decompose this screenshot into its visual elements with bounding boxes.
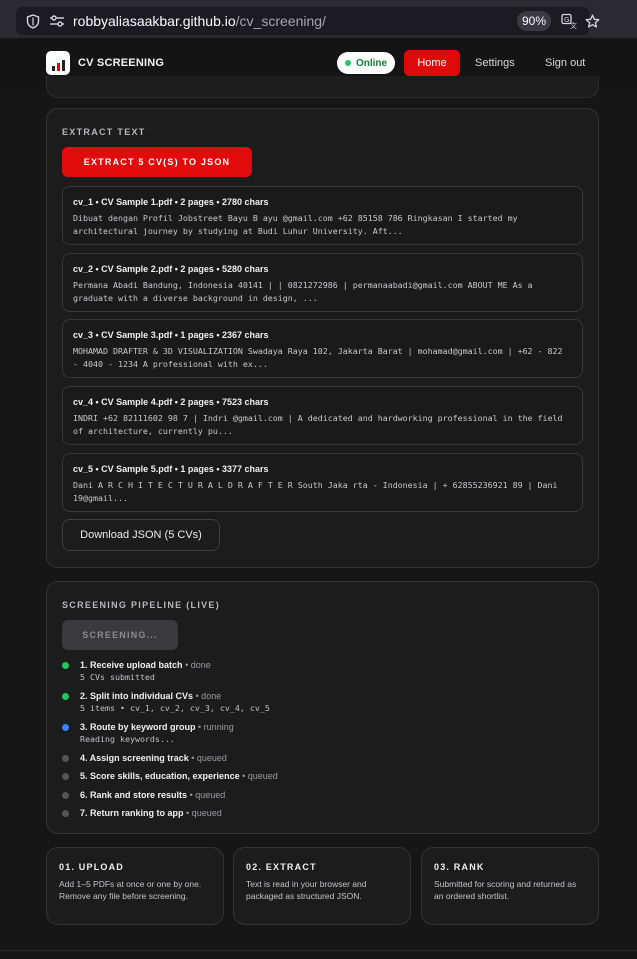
translate-icon[interactable]: G文: [561, 13, 577, 29]
step-status-dot-icon: [62, 755, 69, 762]
step-name: 6. Rank and store results: [80, 790, 188, 800]
info-card-upload: 01. UPLOAD Add 1–5 PDFs at once or one b…: [46, 847, 224, 925]
step-status-dot-icon: [62, 810, 69, 817]
step-detail: Reading keywords...: [80, 734, 175, 744]
step-detail: 5 items • cv_1, cv_2, cv_3, cv_4, cv_5: [80, 703, 270, 713]
step-status: • queued: [191, 753, 227, 763]
step-status-dot-icon: [62, 724, 69, 731]
pipeline-section-title: SCREENING PIPELINE (LIVE): [62, 600, 221, 610]
shield-icon[interactable]: [25, 13, 41, 29]
step-status: • queued: [242, 771, 278, 781]
screening-button[interactable]: SCREENING...: [62, 620, 178, 650]
extract-section-title: EXTRACT TEXT: [62, 127, 146, 137]
info-card-body: Add 1–5 PDFs at once or one by one. Remo…: [59, 879, 202, 901]
info-card-title: 03. RANK: [434, 862, 485, 872]
step-status-dot-icon: [62, 773, 69, 780]
zoom-level-badge[interactable]: 90%: [517, 11, 551, 31]
extract-to-json-button[interactable]: EXTRACT 5 CV(S) TO JSON: [62, 147, 252, 177]
info-card-title: 01. UPLOAD: [59, 862, 125, 872]
step-detail: 5 CVs submitted: [80, 672, 155, 682]
cv-item-preview: Dani A R C H I T E C T U R A L D R A F T…: [73, 480, 558, 503]
step-status: • running: [198, 722, 234, 732]
cv-item-header: cv_1 • CV Sample 1.pdf • 2 pages • 2780 …: [73, 197, 269, 207]
cv-list-item: cv_3 • CV Sample 3.pdf • 1 pages • 2367 …: [62, 319, 583, 378]
app-logo-icon[interactable]: [46, 51, 70, 75]
cv-list-item: cv_1 • CV Sample 1.pdf • 2 pages • 2780 …: [62, 186, 583, 245]
info-card-title: 02. EXTRACT: [246, 862, 317, 872]
cv-item-header: cv_2 • CV Sample 2.pdf • 2 pages • 5280 …: [73, 264, 269, 274]
cv-list-item: cv_2 • CV Sample 2.pdf • 2 pages • 5280 …: [62, 253, 583, 312]
info-card-body: Text is read in your browser and package…: [246, 879, 367, 901]
url-path: /cv_screening/: [235, 13, 326, 29]
step-name: 1. Receive upload batch: [80, 660, 183, 670]
cv-item-header: cv_3 • CV Sample 3.pdf • 1 pages • 2367 …: [73, 330, 269, 340]
url-host: robbyaliasaakbar.github.io: [73, 13, 236, 29]
cv-item-preview: Dibuat dengan Profil Jobstreet Bayu B ay…: [73, 213, 518, 236]
cv-item-preview: MOHAMAD DRAFTER & 3D VISUALIZATION Swada…: [73, 346, 563, 369]
url-text[interactable]: robbyaliasaakbar.github.io/cv_screening/: [73, 13, 326, 29]
svg-text:文: 文: [570, 21, 577, 29]
step-name: 5. Score skills, education, experience: [80, 771, 240, 781]
step-status: • queued: [189, 790, 226, 800]
browser-toolbar: robbyaliasaakbar.github.io/cv_screening/…: [0, 0, 637, 38]
step-name: 2. Split into individual CVs: [80, 691, 194, 701]
nav-settings-link[interactable]: Settings: [475, 57, 515, 69]
step-name: 7. Return ranking to app: [80, 808, 184, 818]
status-label: Online: [355, 57, 388, 69]
info-card-extract: 02. EXTRACT Text is read in your browser…: [233, 847, 411, 925]
step-status-dot-icon: [62, 693, 69, 700]
svg-text:G: G: [564, 16, 569, 24]
step-name: 4. Assign screening track: [80, 753, 189, 763]
cv-item-preview: INDRI +62 82111602 98 7 | Indri @gmail.c…: [73, 413, 563, 436]
cv-list-item: cv_5 • CV Sample 5.pdf • 1 pages • 3377 …: [62, 453, 583, 512]
screening-pipeline-card: SCREENING PIPELINE (LIVE) SCREENING... 1…: [46, 581, 599, 834]
site-settings-icon[interactable]: [49, 13, 65, 29]
info-card-rank: 03. RANK Submitted for scoring and retur…: [421, 847, 599, 925]
cv-list-item: cv_4 • CV Sample 4.pdf • 2 pages • 7523 …: [62, 386, 583, 445]
nav-home-button[interactable]: Home: [404, 50, 460, 76]
cv-item-preview: Permana Abadi Bandung, Indonesia 40141 |…: [73, 280, 533, 303]
footer-divider: [0, 950, 637, 951]
status-badge: Online: [337, 52, 395, 74]
download-json-button[interactable]: Download JSON (5 CVs): [62, 519, 220, 551]
step-status-dot-icon: [62, 792, 69, 799]
previous-card-edge: [46, 76, 599, 98]
brand-title: CV SCREENING: [78, 57, 165, 69]
address-bar[interactable]: robbyaliasaakbar.github.io/cv_screening/…: [16, 7, 599, 35]
step-name: 3. Route by keyword group: [80, 722, 196, 732]
step-status: • queued: [186, 808, 222, 818]
extract-text-card: EXTRACT TEXT EXTRACT 5 CV(S) TO JSON cv_…: [46, 108, 599, 568]
info-card-body: Submitted for scoring and returned as an…: [434, 879, 577, 901]
nav-signout-link[interactable]: Sign out: [545, 57, 585, 69]
step-status: • done: [195, 691, 222, 701]
bookmark-star-icon[interactable]: [584, 13, 600, 29]
status-dot-icon: [344, 60, 351, 66]
step-status: • done: [185, 660, 211, 670]
step-status-dot-icon: [62, 662, 69, 669]
cv-item-header: cv_4 • CV Sample 4.pdf • 2 pages • 7523 …: [73, 397, 269, 407]
cv-item-header: cv_5 • CV Sample 5.pdf • 1 pages • 3377 …: [73, 464, 269, 474]
